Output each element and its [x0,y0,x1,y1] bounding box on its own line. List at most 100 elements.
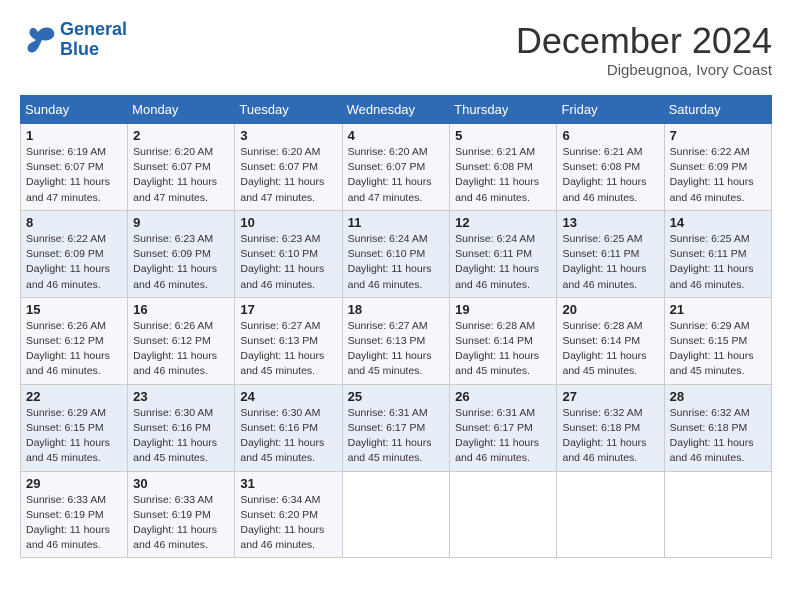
day-number: 29 [26,476,122,491]
day-info: Sunrise: 6:21 AMSunset: 6:08 PMDaylight:… [455,145,551,206]
calendar-cell: 21 Sunrise: 6:29 AMSunset: 6:15 PMDayligh… [664,297,771,384]
calendar-cell: 31 Sunrise: 6:34 AMSunset: 6:20 PMDayligh… [235,471,342,558]
day-header: Sunday [21,96,128,124]
day-info: Sunrise: 6:22 AMSunset: 6:09 PMDaylight:… [26,232,122,293]
day-info: Sunrise: 6:29 AMSunset: 6:15 PMDaylight:… [26,406,122,467]
calendar-cell: 23Sunrise: 6:30 AMSunset: 6:16 PMDayligh… [128,384,235,471]
day-number: 7 [670,128,766,143]
day-info: Sunrise: 6:31 AMSunset: 6:17 PMDaylight:… [348,406,445,467]
day-number: 11 [348,215,445,230]
calendar-cell: 17Sunrise: 6:27 AMSunset: 6:13 PMDayligh… [235,297,342,384]
calendar-cell: 19 Sunrise: 6:28 AMSunset: 6:14 PMDayligh… [450,297,557,384]
day-number: 14 [670,215,766,230]
calendar-cell: 16Sunrise: 6:26 AMSunset: 6:12 PMDayligh… [128,297,235,384]
day-number: 10 [240,215,336,230]
calendar-week-row: 22 Sunrise: 6:29 AMSunset: 6:15 PMDayligh… [21,384,772,471]
day-number: 30 [133,476,229,491]
day-header: Wednesday [342,96,450,124]
month-title: December 2024 [516,20,772,62]
day-info: Sunrise: 6:24 AMSunset: 6:10 PMDaylight:… [348,232,445,293]
calendar-cell: 2 Sunrise: 6:20 AMSunset: 6:07 PMDaylight… [128,124,235,211]
logo: General Blue [20,20,127,60]
day-info: Sunrise: 6:26 AMSunset: 6:12 PMDaylight:… [133,319,229,380]
day-info: Sunrise: 6:32 AMSunset: 6:18 PMDaylight:… [562,406,658,467]
calendar-cell: 29 Sunrise: 6:33 AMSunset: 6:19 PMDayligh… [21,471,128,558]
calendar-cell [450,471,557,558]
day-info: Sunrise: 6:33 AMSunset: 6:19 PMDaylight:… [26,493,122,554]
logo-icon [20,24,56,56]
day-number: 9 [133,215,229,230]
day-number: 27 [562,389,658,404]
calendar-header-row: SundayMondayTuesdayWednesdayThursdayFrid… [21,96,772,124]
day-header: Friday [557,96,664,124]
day-info: Sunrise: 6:28 AMSunset: 6:14 PMDaylight:… [455,319,551,380]
day-info: Sunrise: 6:23 AMSunset: 6:09 PMDaylight:… [133,232,229,293]
calendar-cell: 13Sunrise: 6:25 AMSunset: 6:11 PMDayligh… [557,210,664,297]
calendar-cell: 8 Sunrise: 6:22 AMSunset: 6:09 PMDaylight… [21,210,128,297]
day-number: 28 [670,389,766,404]
calendar-cell: 27 Sunrise: 6:32 AMSunset: 6:18 PMDayligh… [557,384,664,471]
day-info: Sunrise: 6:20 AMSunset: 6:07 PMDaylight:… [240,145,336,206]
calendar-cell: 3 Sunrise: 6:20 AMSunset: 6:07 PMDaylight… [235,124,342,211]
day-number: 5 [455,128,551,143]
day-header: Thursday [450,96,557,124]
day-number: 6 [562,128,658,143]
calendar-cell: 11 Sunrise: 6:24 AMSunset: 6:10 PMDayligh… [342,210,450,297]
calendar-cell: 28 Sunrise: 6:32 AMSunset: 6:18 PMDayligh… [664,384,771,471]
day-number: 4 [348,128,445,143]
calendar-cell: 15Sunrise: 6:26 AMSunset: 6:12 PMDayligh… [21,297,128,384]
calendar-week-row: 15Sunrise: 6:26 AMSunset: 6:12 PMDayligh… [21,297,772,384]
day-info: Sunrise: 6:25 AMSunset: 6:11 PMDaylight:… [670,232,766,293]
day-number: 17 [240,302,336,317]
calendar-cell: 10 Sunrise: 6:23 AMSunset: 6:10 PMDayligh… [235,210,342,297]
day-info: Sunrise: 6:34 AMSunset: 6:20 PMDaylight:… [240,493,336,554]
day-number: 24 [240,389,336,404]
calendar-cell: 25Sunrise: 6:31 AMSunset: 6:17 PMDayligh… [342,384,450,471]
day-number: 8 [26,215,122,230]
calendar-week-row: 8 Sunrise: 6:22 AMSunset: 6:09 PMDaylight… [21,210,772,297]
calendar-cell: 12 Sunrise: 6:24 AMSunset: 6:11 PMDayligh… [450,210,557,297]
calendar-cell: 7 Sunrise: 6:22 AMSunset: 6:09 PMDaylight… [664,124,771,211]
day-number: 3 [240,128,336,143]
day-info: Sunrise: 6:31 AMSunset: 6:17 PMDaylight:… [455,406,551,467]
calendar-table: SundayMondayTuesdayWednesdayThursdayFrid… [20,95,772,558]
calendar-cell [557,471,664,558]
calendar-cell: 6 Sunrise: 6:21 AMSunset: 6:08 PMDaylight… [557,124,664,211]
calendar-cell [342,471,450,558]
day-info: Sunrise: 6:32 AMSunset: 6:18 PMDaylight:… [670,406,766,467]
calendar-cell: 18Sunrise: 6:27 AMSunset: 6:13 PMDayligh… [342,297,450,384]
calendar-cell [664,471,771,558]
calendar-cell: 5 Sunrise: 6:21 AMSunset: 6:08 PMDaylight… [450,124,557,211]
calendar-cell: 24 Sunrise: 6:30 AMSunset: 6:16 PMDayligh… [235,384,342,471]
day-info: Sunrise: 6:22 AMSunset: 6:09 PMDaylight:… [670,145,766,206]
day-number: 26 [455,389,551,404]
location-subtitle: Digbeugnoa, Ivory Coast [516,62,772,79]
day-info: Sunrise: 6:20 AMSunset: 6:07 PMDaylight:… [348,145,445,206]
day-number: 21 [670,302,766,317]
day-info: Sunrise: 6:19 AMSunset: 6:07 PMDaylight:… [26,145,122,206]
day-number: 23 [133,389,229,404]
day-info: Sunrise: 6:30 AMSunset: 6:16 PMDaylight:… [240,406,336,467]
calendar-cell: 14 Sunrise: 6:25 AMSunset: 6:11 PMDayligh… [664,210,771,297]
calendar-body: 1Sunrise: 6:19 AMSunset: 6:07 PMDaylight… [21,124,772,558]
day-header: Saturday [664,96,771,124]
day-number: 2 [133,128,229,143]
day-number: 31 [240,476,336,491]
calendar-cell: 4 Sunrise: 6:20 AMSunset: 6:07 PMDaylight… [342,124,450,211]
calendar-cell: 22 Sunrise: 6:29 AMSunset: 6:15 PMDayligh… [21,384,128,471]
calendar-cell: 9 Sunrise: 6:23 AMSunset: 6:09 PMDaylight… [128,210,235,297]
day-number: 22 [26,389,122,404]
day-header: Tuesday [235,96,342,124]
logo-text: General Blue [60,20,127,60]
day-number: 12 [455,215,551,230]
day-info: Sunrise: 6:29 AMSunset: 6:15 PMDaylight:… [670,319,766,380]
day-info: Sunrise: 6:24 AMSunset: 6:11 PMDaylight:… [455,232,551,293]
day-info: Sunrise: 6:21 AMSunset: 6:08 PMDaylight:… [562,145,658,206]
day-info: Sunrise: 6:25 AMSunset: 6:11 PMDaylight:… [562,232,658,293]
day-info: Sunrise: 6:23 AMSunset: 6:10 PMDaylight:… [240,232,336,293]
day-info: Sunrise: 6:20 AMSunset: 6:07 PMDaylight:… [133,145,229,206]
calendar-cell: 30Sunrise: 6:33 AMSunset: 6:19 PMDayligh… [128,471,235,558]
day-number: 19 [455,302,551,317]
day-info: Sunrise: 6:26 AMSunset: 6:12 PMDaylight:… [26,319,122,380]
day-info: Sunrise: 6:28 AMSunset: 6:14 PMDaylight:… [562,319,658,380]
